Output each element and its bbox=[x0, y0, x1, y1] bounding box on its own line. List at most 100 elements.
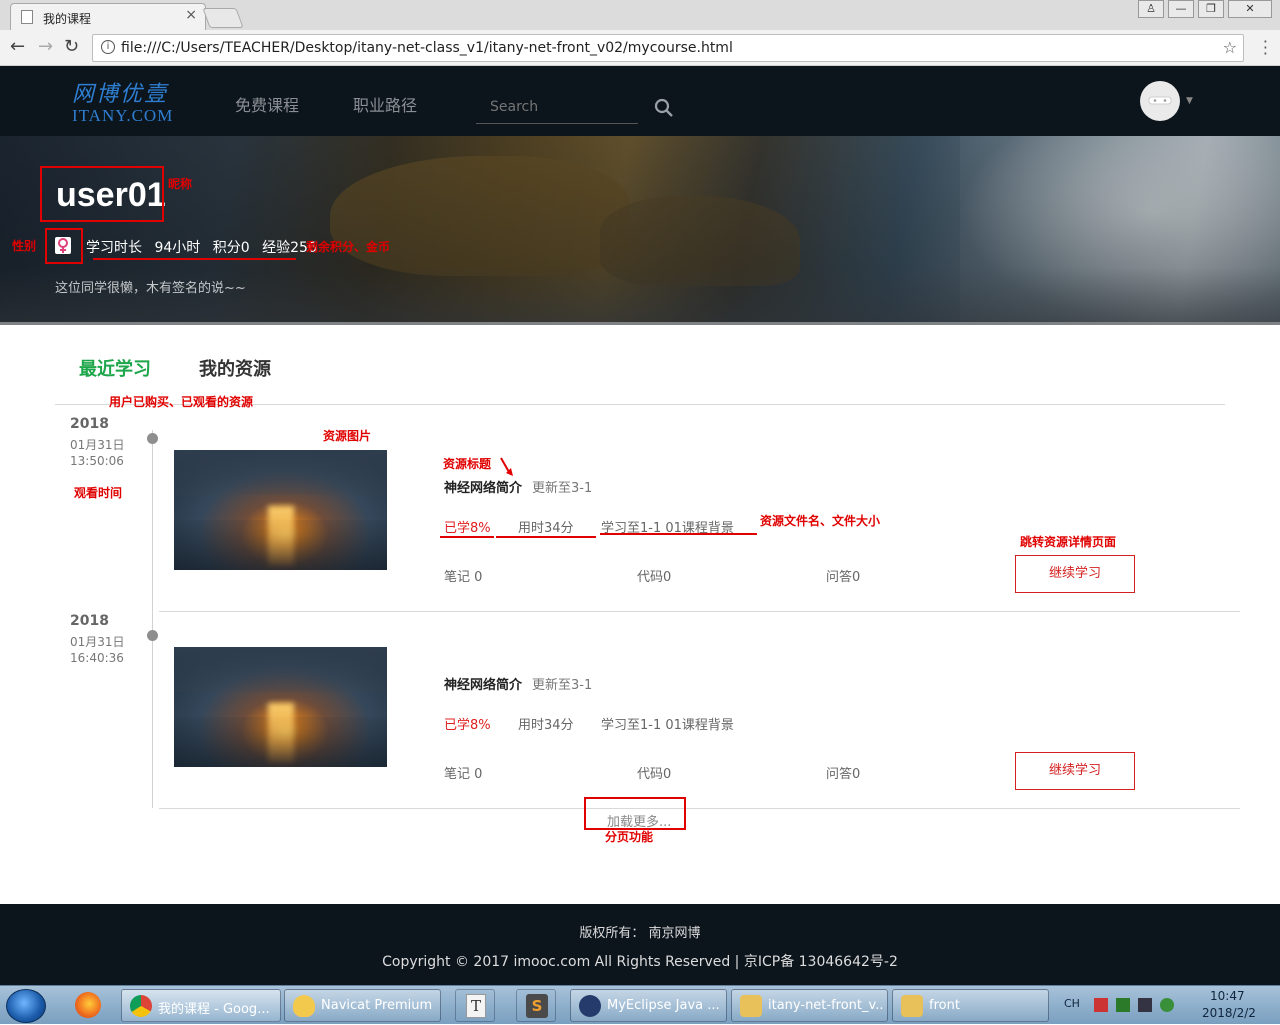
footer-copyright: Copyright © 2017 imooc.com All Rights Re… bbox=[382, 954, 898, 970]
course-thumbnail[interactable] bbox=[174, 647, 387, 767]
search-icon[interactable] bbox=[654, 98, 674, 118]
bookmark-star-icon[interactable]: ☆ bbox=[1223, 38, 1237, 57]
annotation-underline-stats bbox=[93, 258, 296, 260]
course-thumbnail[interactable] bbox=[174, 450, 387, 570]
continue-learning-button[interactable]: 继续学习 bbox=[1015, 555, 1135, 593]
course-notes-count[interactable]: 笔记 0 bbox=[444, 763, 482, 782]
course-progress-chapter: 学习至1-1 01课程背景 bbox=[601, 718, 734, 733]
avatar-dropdown-caret-icon[interactable]: ▼ bbox=[1186, 96, 1193, 106]
window-controls: ♙ — ❐ ✕ bbox=[1138, 0, 1272, 18]
tray-update-icon[interactable] bbox=[1160, 998, 1174, 1012]
annotation-box-gender bbox=[45, 228, 83, 264]
study-time-label: 学习时长 bbox=[86, 240, 142, 256]
taskbar-item-label: itany-net-front_v... bbox=[768, 998, 883, 1013]
profile-stats: 学习时长 94小时 积分0 经验256 bbox=[86, 237, 325, 257]
course-learned-percent: 已学8% bbox=[444, 718, 491, 733]
site-logo[interactable]: 网博优壹 ITANY.COM bbox=[72, 76, 182, 126]
timeline-dot bbox=[147, 433, 158, 444]
sublime-text-icon[interactable]: S bbox=[516, 989, 556, 1022]
input-language-indicator[interactable]: CH bbox=[1064, 997, 1080, 1010]
restore-button[interactable]: ❐ bbox=[1198, 0, 1224, 18]
taskbar-item-chrome[interactable]: 我的课程 - Goog... bbox=[121, 989, 281, 1022]
annotation-detail-page: 跳转资源详情页面 bbox=[1020, 535, 1117, 549]
page-info-icon[interactable]: i bbox=[101, 40, 115, 54]
ninja-avatar-icon bbox=[1141, 82, 1179, 120]
tab-close-icon[interactable]: × bbox=[185, 7, 197, 23]
tray-network-icon[interactable] bbox=[1138, 998, 1152, 1012]
tray-security-icon[interactable] bbox=[1116, 998, 1130, 1012]
forward-arrow-icon[interactable]: → bbox=[38, 38, 53, 56]
taskbar-item-folder-front-v02[interactable]: itany-net-front_v... bbox=[731, 989, 888, 1022]
tab-recent-learning[interactable]: 最近学习 bbox=[79, 355, 151, 381]
folder-icon bbox=[740, 995, 762, 1017]
taskbar-item-navicat[interactable]: Navicat Premium bbox=[284, 989, 441, 1022]
study-time-value: 94小时 bbox=[154, 240, 201, 256]
course-learned-percent: 已学8% bbox=[444, 521, 491, 536]
windows-taskbar: 我的课程 - Goog... Navicat Premium T S MyEcl… bbox=[0, 985, 1280, 1024]
course-update-status: 更新至3-1 bbox=[532, 678, 593, 693]
clock-date[interactable]: 2018/2/2 bbox=[1202, 1006, 1256, 1020]
windows-start-icon[interactable] bbox=[6, 989, 46, 1023]
course-notes-count[interactable]: 笔记 0 bbox=[444, 566, 482, 585]
page-favicon-icon bbox=[21, 10, 33, 24]
annotation-purchased: 用户已购买、已观看的资源 bbox=[109, 395, 254, 409]
tab-my-resources[interactable]: 我的资源 bbox=[199, 355, 271, 381]
annotation-resource-title: 资源标题 bbox=[443, 457, 492, 471]
clock-time[interactable]: 10:47 bbox=[1210, 989, 1245, 1003]
course-code-count[interactable]: 代码0 bbox=[637, 763, 671, 782]
address-url[interactable]: file:///C:/Users/TEACHER/Desktop/itany-n… bbox=[121, 40, 733, 56]
minimize-button[interactable]: — bbox=[1168, 0, 1194, 18]
course-row-divider bbox=[159, 611, 1240, 612]
taskbar-item-label: MyEclipse Java ... bbox=[607, 998, 720, 1013]
taskbar-item-label: front bbox=[929, 998, 960, 1013]
continue-learning-button[interactable]: 继续学习 bbox=[1015, 752, 1135, 790]
browser-tab-my-courses[interactable]: 我的课程 × bbox=[10, 3, 206, 30]
nav-career-path[interactable]: 职业路径 bbox=[353, 92, 417, 116]
browser-tab-title: 我的课程 bbox=[43, 12, 92, 26]
annotation-box-nickname bbox=[40, 166, 164, 222]
course-row-divider bbox=[159, 808, 1240, 809]
chrome-icon bbox=[130, 995, 152, 1017]
course-qa-count[interactable]: 问答0 bbox=[826, 566, 860, 585]
annotation-watch-time: 观看时间 bbox=[74, 486, 123, 500]
user-avatar[interactable] bbox=[1140, 81, 1180, 121]
user-profile-icon[interactable]: ♙ bbox=[1138, 0, 1164, 18]
taskbar-item-label: 我的课程 - Goog... bbox=[158, 1002, 270, 1017]
course-code-count[interactable]: 代码0 bbox=[637, 566, 671, 585]
annotation-underline-learned bbox=[440, 536, 494, 538]
taskbar-item-folder-front[interactable]: front bbox=[892, 989, 1049, 1022]
tray-app-icon[interactable] bbox=[1094, 998, 1108, 1012]
taskbar-item-label: Navicat Premium bbox=[321, 998, 433, 1013]
navicat-icon bbox=[293, 995, 315, 1017]
browser-toolbar: ← → ↻ i file:///C:/Users/TEACHER/Desktop… bbox=[0, 30, 1280, 66]
course-watch-date: 01月31日 bbox=[70, 438, 125, 452]
course-watch-date: 01月31日 bbox=[70, 635, 125, 649]
back-arrow-icon[interactable]: ← bbox=[10, 38, 25, 56]
annotation-resource-image: 资源图片 bbox=[323, 429, 372, 443]
search-box bbox=[476, 96, 638, 124]
timeline-line bbox=[152, 430, 153, 808]
new-tab-button[interactable] bbox=[202, 8, 244, 28]
course-qa-count[interactable]: 问答0 bbox=[826, 763, 860, 782]
nav-free-courses[interactable]: 免费课程 bbox=[235, 92, 299, 116]
annotation-remaining-points: 剩余积分、金币 bbox=[306, 240, 391, 254]
browser-menu-icon[interactable]: · · · bbox=[1263, 34, 1268, 62]
course-study-duration: 用时34分 bbox=[518, 718, 574, 733]
annotation-nickname: 昵称 bbox=[168, 177, 193, 191]
reload-icon[interactable]: ↻ bbox=[64, 38, 79, 56]
text-editor-icon[interactable]: T bbox=[455, 989, 495, 1022]
course-title[interactable]: 神经网络简介 bbox=[444, 674, 522, 693]
annotation-underline-progress bbox=[600, 533, 757, 535]
banner-bottom-border bbox=[0, 322, 1280, 325]
close-window-button[interactable]: ✕ bbox=[1228, 0, 1272, 18]
search-input[interactable] bbox=[490, 99, 630, 115]
course-title[interactable]: 神经网络简介 bbox=[444, 477, 522, 496]
browser-tab-bar: 我的课程 × ♙ — ❐ ✕ bbox=[0, 0, 1280, 30]
system-tray: CH 10:47 2018/2/2 bbox=[1052, 986, 1280, 1025]
address-bar[interactable]: i file:///C:/Users/TEACHER/Desktop/itany… bbox=[92, 34, 1244, 62]
course-update-status: 更新至3-1 bbox=[532, 481, 593, 496]
firefox-icon[interactable] bbox=[68, 989, 108, 1022]
annotation-resource-file: 资源文件名、文件大小 bbox=[760, 514, 881, 528]
taskbar-item-myeclipse[interactable]: MyEclipse Java ... bbox=[570, 989, 727, 1022]
profile-signature: 这位同学很懒，木有签名的说~~ bbox=[55, 281, 246, 296]
